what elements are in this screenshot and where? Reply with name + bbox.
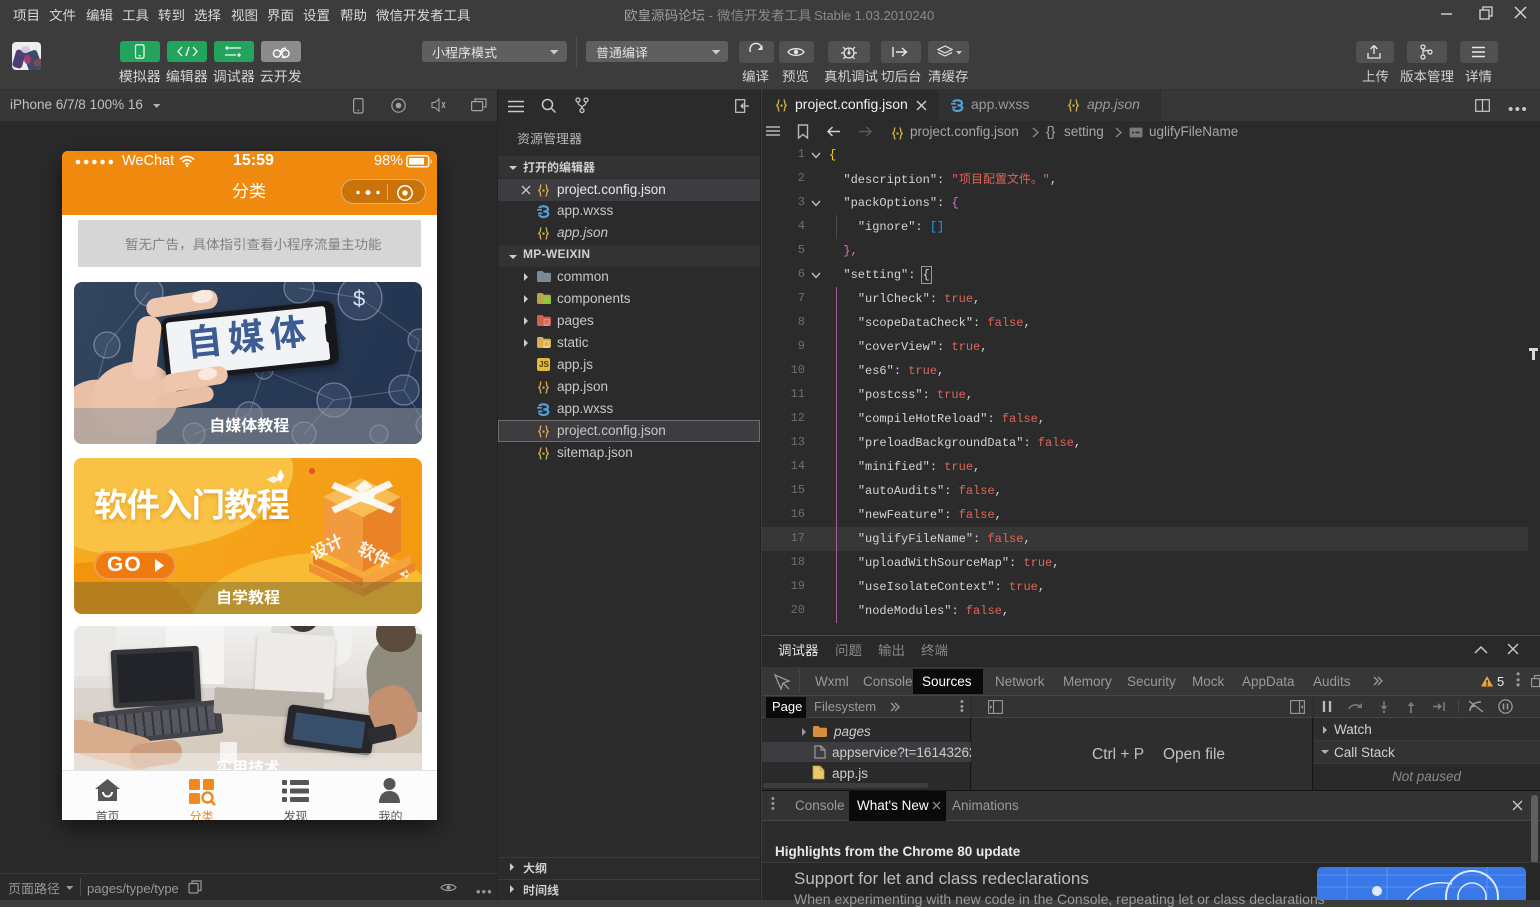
svg-text:$: $ [353,286,365,311]
